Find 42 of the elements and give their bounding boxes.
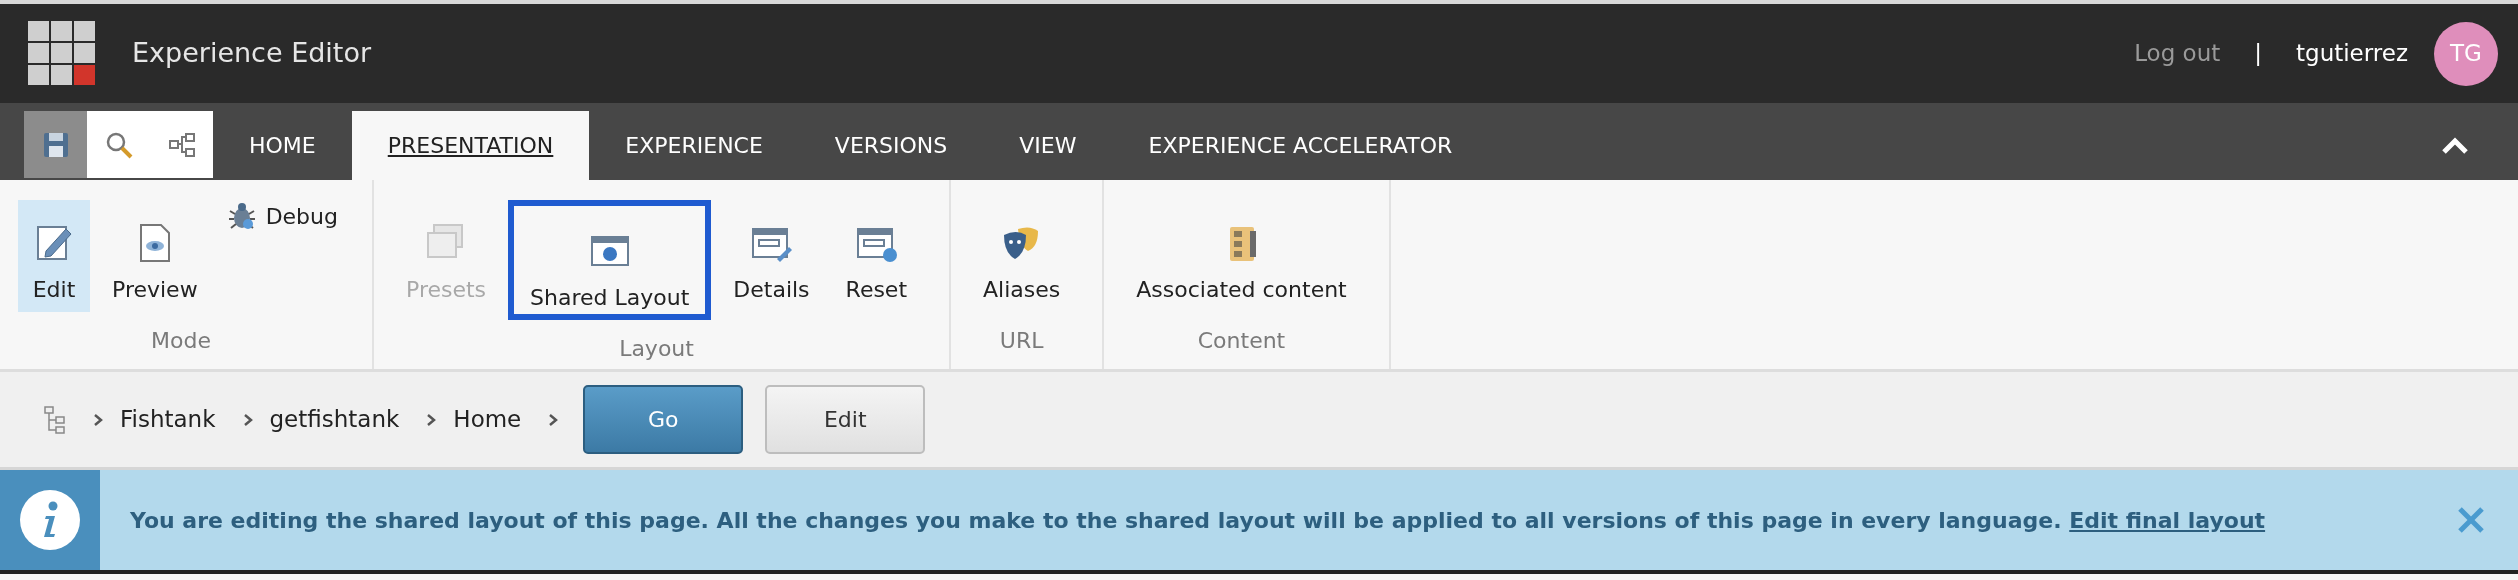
chevron-icon xyxy=(92,411,104,428)
group-label: Layout xyxy=(619,335,694,363)
ribbon-tab[interactable]: EXPERIENCE ACCELERATOR xyxy=(1112,111,1489,180)
group-label: URL xyxy=(999,327,1044,355)
search-icon xyxy=(104,130,133,159)
go-button[interactable]: Go xyxy=(583,385,744,454)
toolbar-button[interactable] xyxy=(150,111,213,178)
hierarchy-icon[interactable] xyxy=(44,405,66,434)
breadcrumb-link[interactable]: getfishtank xyxy=(269,402,400,437)
ribbon-button[interactable]: Debug xyxy=(219,200,344,233)
ribbon-button[interactable]: Associated content xyxy=(1122,200,1361,312)
group-label: Content xyxy=(1197,327,1286,355)
notice-message: You are editing the shared layout of this page. All the changes you make to the shared layout will be applied to all versions of this page in every language. Edit final layout xyxy=(130,506,2266,535)
separator: | xyxy=(2254,39,2262,69)
ribbon-button[interactable]: Edit xyxy=(18,200,90,312)
breadcrumb-link[interactable]: Fishtank xyxy=(120,402,216,437)
edit-final-layout-link[interactable]: Edit final layout xyxy=(2069,507,2266,533)
ribbon-button[interactable]: Reset xyxy=(831,200,922,312)
chevron-icon xyxy=(547,411,560,428)
ribbon-tab[interactable]: PRESENTATION xyxy=(351,111,590,180)
username: tgutierrez xyxy=(2296,39,2408,69)
logout-link[interactable]: Log out xyxy=(2134,36,2221,71)
ribbon-button[interactable]: Shared Layout xyxy=(508,200,712,320)
ribbon-button[interactable]: Details xyxy=(719,200,824,312)
ribbon-tab[interactable]: EXPERIENCE xyxy=(589,111,799,180)
toolbar-button[interactable] xyxy=(87,111,150,178)
info-icon xyxy=(18,488,82,552)
ribbon-tab[interactable]: VERSIONS xyxy=(798,111,984,180)
hierarchy-icon xyxy=(167,130,196,159)
breadcrumb-link[interactable]: Home xyxy=(453,402,522,437)
ribbon-button[interactable]: Preview xyxy=(98,200,212,312)
group-label: Mode xyxy=(151,327,211,355)
ribbon-tab[interactable]: HOME xyxy=(213,111,352,180)
ribbon-tab[interactable]: VIEW xyxy=(983,111,1113,180)
app-title: Experience Editor xyxy=(132,36,372,71)
edit-button[interactable]: Edit xyxy=(765,385,926,454)
chevron-icon xyxy=(425,411,438,428)
app-logo-icon[interactable] xyxy=(28,20,98,87)
save-icon xyxy=(41,130,70,159)
ribbon-button[interactable]: Aliases xyxy=(969,200,1075,312)
toolbar-button[interactable] xyxy=(24,111,87,178)
collapse-icon[interactable] xyxy=(2440,135,2470,156)
